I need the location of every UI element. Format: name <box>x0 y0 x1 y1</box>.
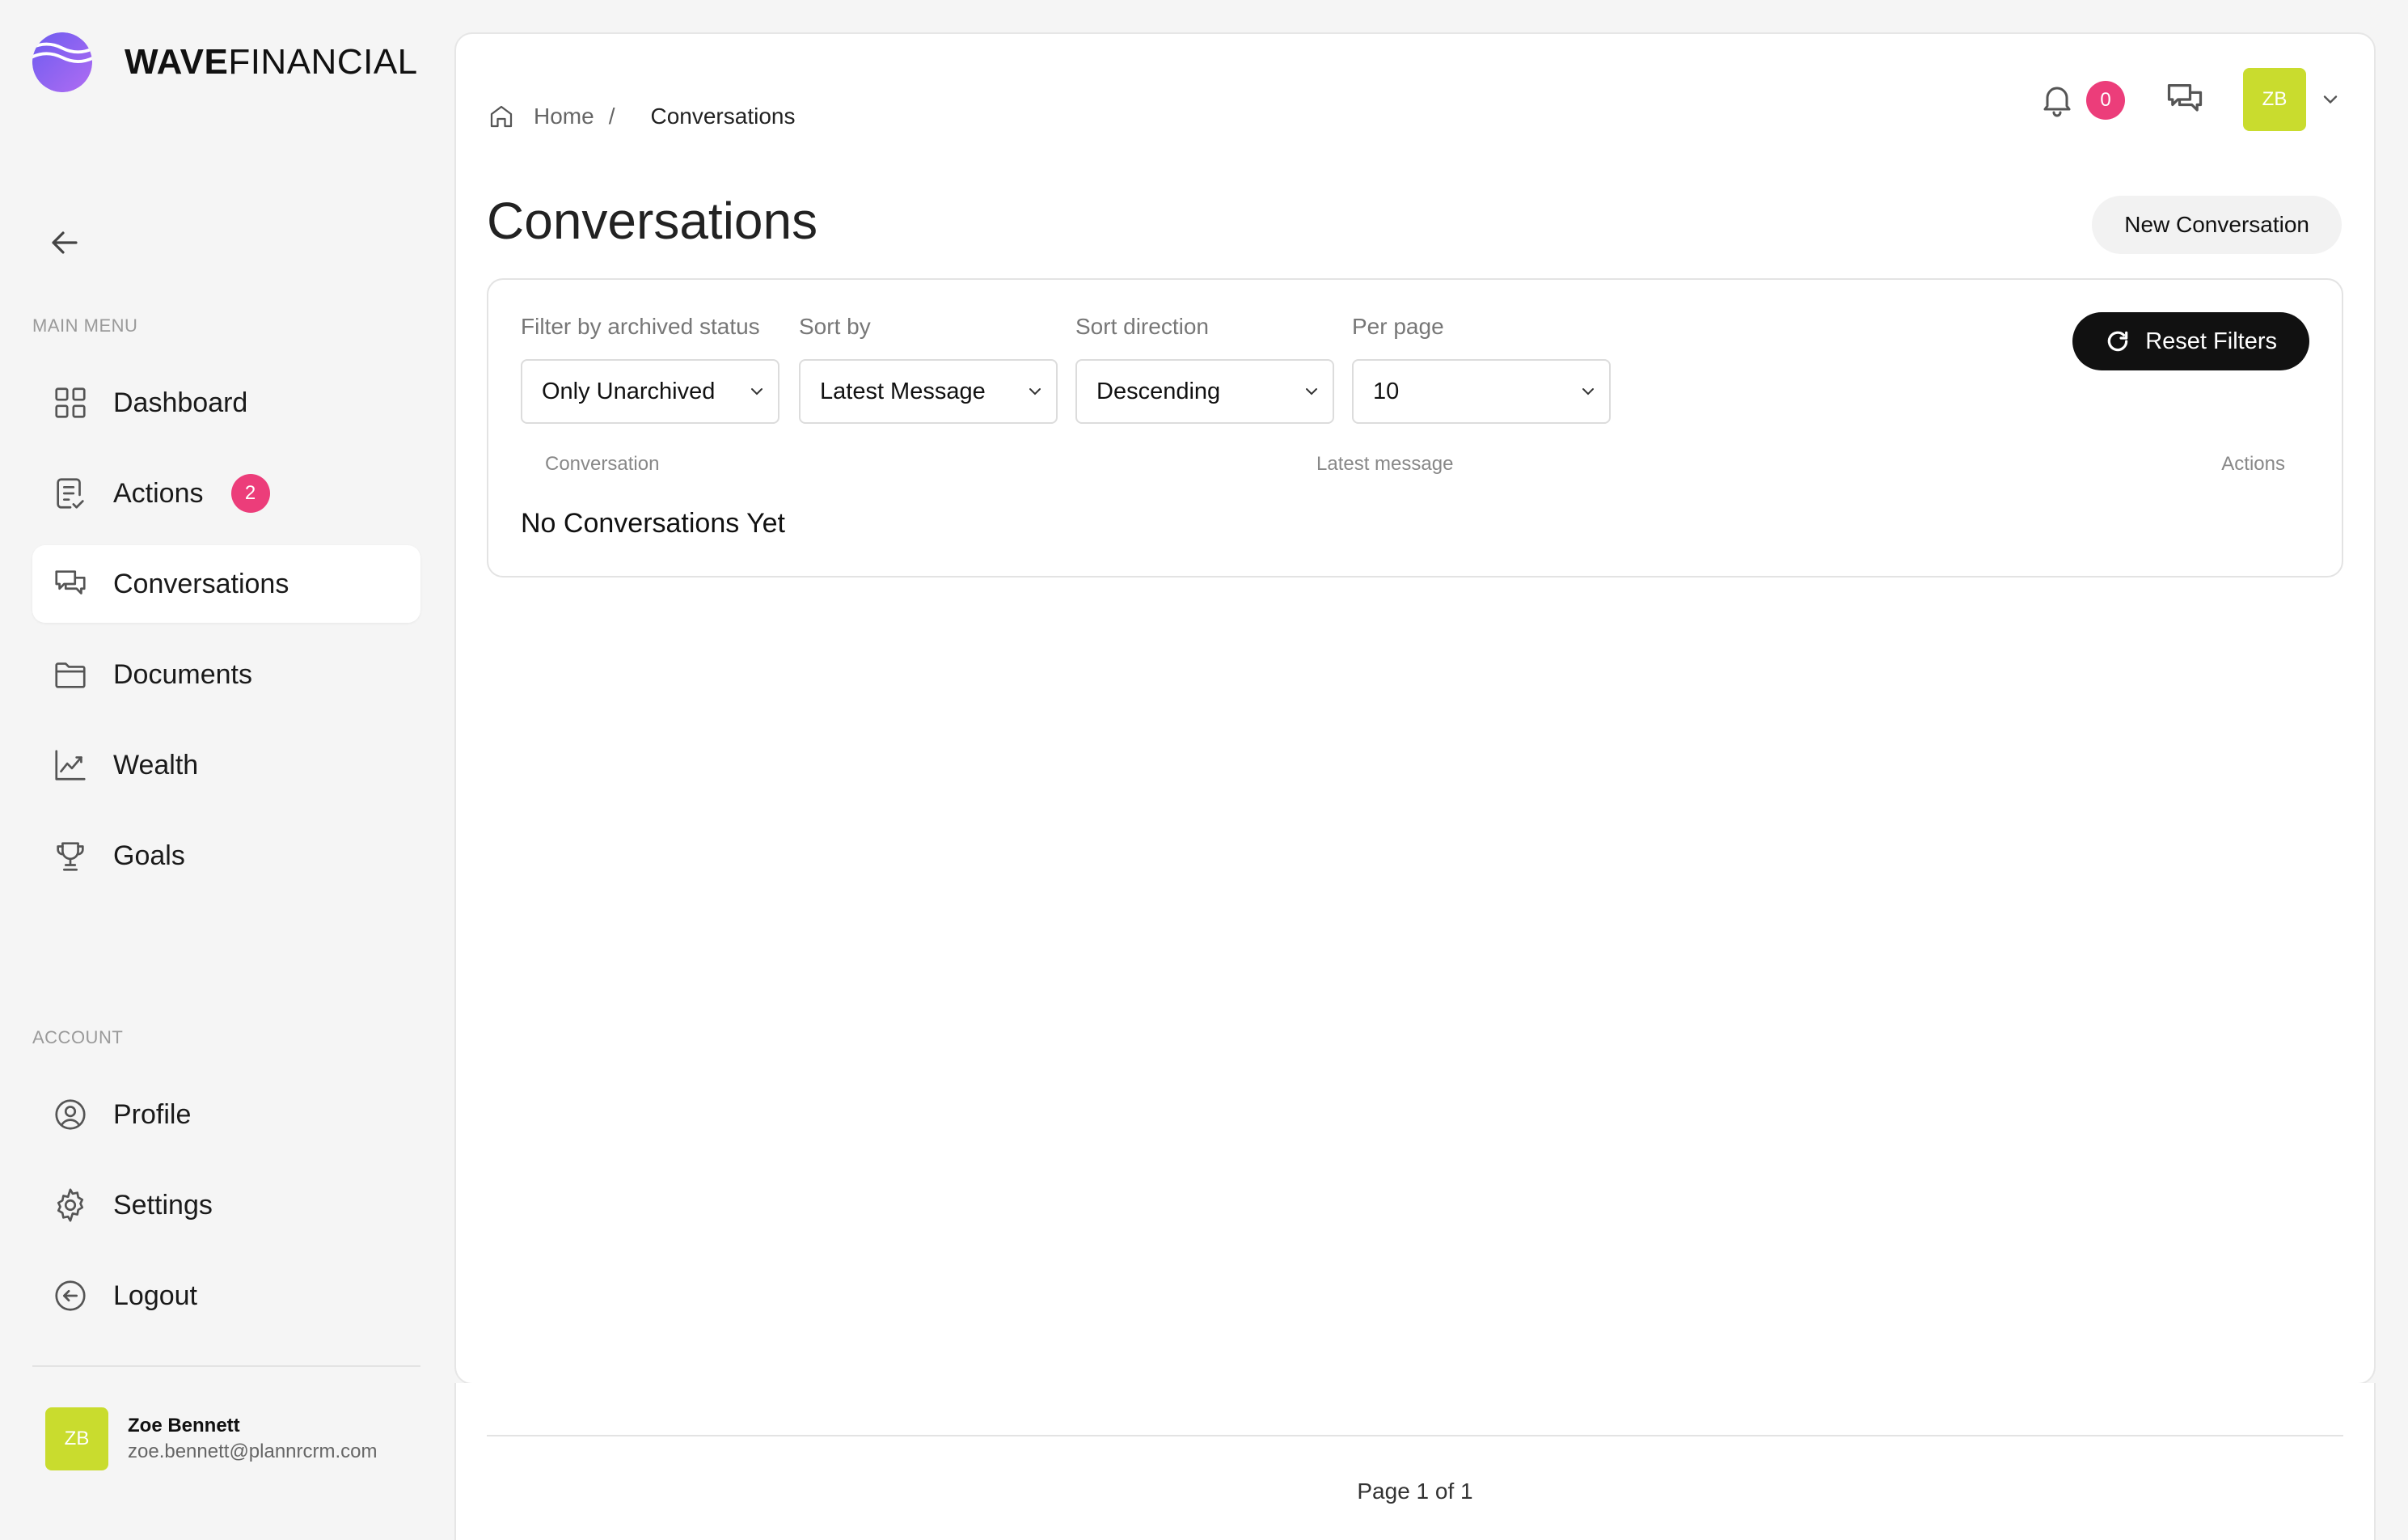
sidebar-item-label: Dashboard <box>113 387 248 418</box>
main-menu-label: MAIN MENU <box>32 315 138 336</box>
chevron-down-icon <box>1582 388 1594 396</box>
chat-bubbles-icon <box>55 570 86 594</box>
chart-line-icon <box>55 750 86 781</box>
breadcrumb-separator: / <box>608 104 615 129</box>
user-menu[interactable]: ZB <box>2243 68 2342 131</box>
conversations-card: Filter by archived status Only Unarchive… <box>487 278 2343 578</box>
per-page-filter: Per page 10 <box>1352 314 1611 424</box>
grid-icon <box>55 387 86 418</box>
sidebar-item-dashboard[interactable]: Dashboard <box>32 364 420 442</box>
sidebar-item-label: Profile <box>113 1098 192 1130</box>
chat-bubbles-icon[interactable] <box>2164 78 2206 121</box>
new-conversation-button[interactable]: New Conversation <box>2092 196 2342 254</box>
brand-name: WAVEFINANCIAL <box>125 42 418 82</box>
sidebar-item-actions[interactable]: Actions 2 <box>32 455 420 532</box>
main-panel: Home / Conversations 0 ZB Conversations … <box>454 32 2376 1385</box>
sidebar-item-label: Wealth <box>113 749 199 781</box>
breadcrumb-home[interactable]: Home <box>534 104 594 129</box>
account-label: ACCOUNT <box>32 1027 124 1047</box>
sort-direction-select[interactable]: Descending <box>1075 359 1334 424</box>
archived-filter-label: Filter by archived status <box>521 314 760 339</box>
sidebar-item-label: Conversations <box>113 568 289 599</box>
per-page-select[interactable]: 10 <box>1352 359 1611 424</box>
sidebar-item-documents[interactable]: Documents <box>32 636 420 713</box>
brand-logo[interactable]: WAVEFINANCIAL <box>31 31 418 94</box>
page-info: Page 1 of 1 <box>1357 1479 1473 1504</box>
user-card[interactable]: ZB Zoe Bennett zoe.bennett@plannrcrm.com <box>45 1407 378 1470</box>
sidebar-item-label: Goals <box>113 840 185 871</box>
notification-count-badge: 0 <box>2086 81 2125 120</box>
pagination-footer: Page 1 of 1 <box>454 1383 2376 1540</box>
select-value: Only Unarchived <box>542 378 716 404</box>
sort-direction-filter: Sort direction Descending <box>1075 314 1334 424</box>
archived-filter: Filter by archived status Only Unarchive… <box>521 314 779 424</box>
actions-count-badge: 2 <box>230 474 270 513</box>
chevron-down-icon <box>1306 388 1317 396</box>
chevron-down-icon <box>1029 388 1041 396</box>
trophy-icon <box>57 842 84 871</box>
logout-icon <box>55 1280 86 1311</box>
bell-icon <box>2043 87 2071 117</box>
page-title: Conversations <box>487 192 818 250</box>
select-value: Latest Message <box>820 378 986 404</box>
archived-filter-select[interactable]: Only Unarchived <box>521 359 779 424</box>
empty-state-message: No Conversations Yet <box>521 508 785 539</box>
sidebar-item-wealth[interactable]: Wealth <box>32 726 420 804</box>
sidebar-item-profile[interactable]: Profile <box>32 1076 420 1153</box>
sidebar-item-settings[interactable]: Settings <box>32 1166 420 1244</box>
column-header-conversation: Conversation <box>545 453 660 475</box>
user-email: zoe.bennett@plannrcrm.com <box>128 1441 378 1462</box>
arrow-left-icon[interactable] <box>45 223 84 262</box>
notifications-button[interactable]: 0 <box>2038 68 2127 131</box>
reset-filters-label: Reset Filters <box>2145 328 2277 354</box>
sidebar-item-label: Actions <box>113 477 204 509</box>
column-header-latest-message: Latest message <box>1316 453 1454 475</box>
wave-logo-icon <box>32 32 93 93</box>
topbar: 0 ZB <box>2038 68 2342 131</box>
sidebar-item-label: Settings <box>113 1189 213 1221</box>
home-icon[interactable] <box>487 102 516 131</box>
refresh-icon <box>2108 331 2128 352</box>
sort-by-label: Sort by <box>799 314 871 339</box>
reset-filters-button[interactable]: Reset Filters <box>2072 312 2309 370</box>
sidebar: WAVEFINANCIAL MAIN MENU Dashboard Action… <box>0 0 453 1540</box>
breadcrumb: Home / Conversations <box>487 102 795 131</box>
sidebar-item-label: Logout <box>113 1280 197 1311</box>
avatar: ZB <box>45 1407 108 1470</box>
sidebar-item-label: Documents <box>113 658 252 690</box>
sidebar-item-conversations[interactable]: Conversations <box>32 545 420 623</box>
column-header-actions: Actions <box>2221 453 2285 475</box>
user-name: Zoe Bennett <box>128 1415 240 1436</box>
user-circle-icon <box>55 1099 86 1130</box>
breadcrumb-current: Conversations <box>650 104 796 129</box>
sort-by-filter: Sort by Latest Message <box>799 314 1058 424</box>
clipboard-check-icon <box>57 478 84 509</box>
chevron-down-icon <box>2323 95 2338 104</box>
folder-icon <box>55 662 86 688</box>
chevron-down-icon <box>751 388 763 396</box>
select-value: Descending <box>1096 378 1221 404</box>
select-value: 10 <box>1373 378 1400 404</box>
sidebar-divider <box>32 1365 420 1367</box>
footer-divider <box>487 1435 2343 1436</box>
avatar: ZB <box>2243 68 2306 131</box>
sidebar-item-logout[interactable]: Logout <box>32 1257 420 1335</box>
sort-by-select[interactable]: Latest Message <box>799 359 1058 424</box>
gear-icon <box>57 1188 84 1222</box>
sidebar-item-goals[interactable]: Goals <box>32 817 420 895</box>
sort-direction-label: Sort direction <box>1075 314 1209 339</box>
per-page-label: Per page <box>1352 314 1444 339</box>
